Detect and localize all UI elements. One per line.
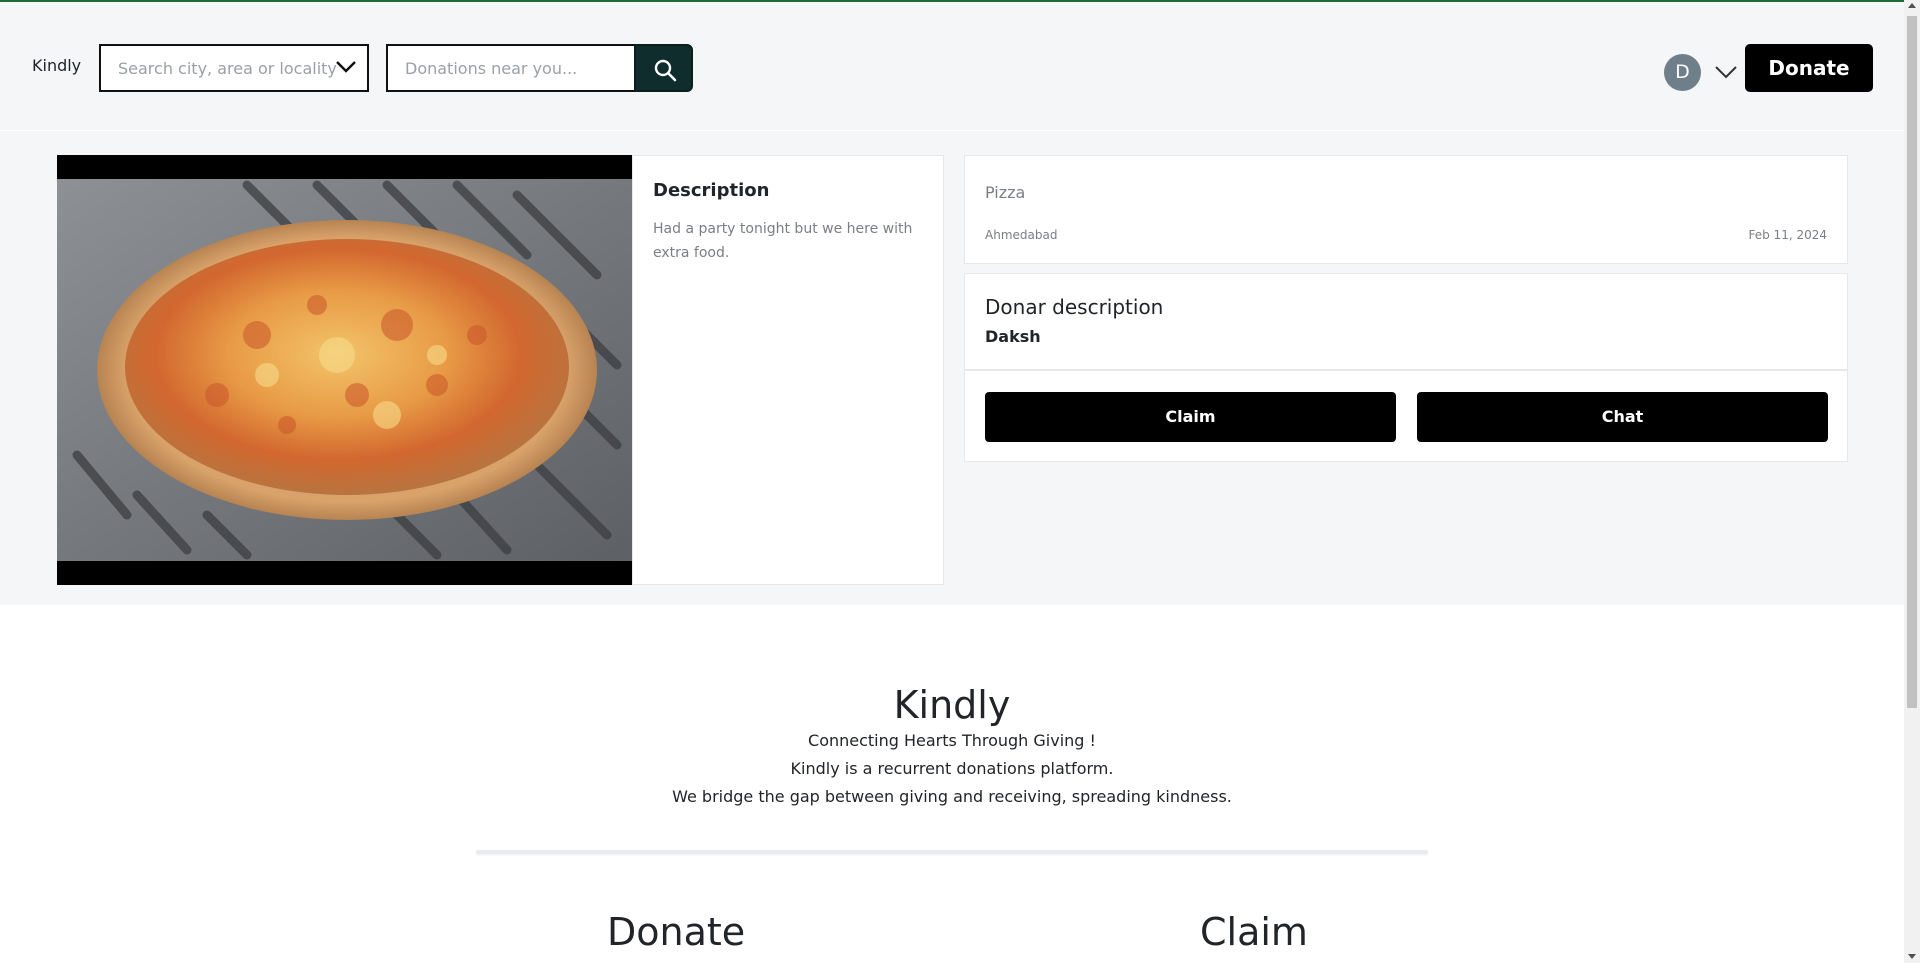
- description-text: Had a party tonight but we here with ext…: [653, 221, 913, 261]
- pizza-photo: [57, 179, 632, 561]
- donor-name: Daksh: [985, 327, 1041, 346]
- header-bar: Kindly Search city, area or locality Don…: [0, 2, 1904, 133]
- location-placeholder: Search city, area or locality: [118, 59, 337, 78]
- food-image: [57, 155, 632, 585]
- avatar[interactable]: D: [1664, 54, 1701, 91]
- description-heading: Description: [653, 180, 770, 201]
- search-button[interactable]: [634, 44, 693, 92]
- donor-card: Donar description Daksh: [964, 273, 1848, 370]
- vertical-scrollbar[interactable]: [1904, 0, 1920, 963]
- item-title: Pizza: [985, 183, 1026, 202]
- location-select[interactable]: Search city, area or locality: [99, 44, 369, 92]
- actions-card: Claim Chat: [964, 370, 1848, 462]
- item-city: Ahmedabad: [985, 228, 1058, 242]
- footer-title: Kindly: [893, 683, 1011, 727]
- footer-divider: [476, 850, 1428, 854]
- footer-line-3: We bridge the gap between giving and rec…: [672, 787, 1232, 806]
- page: Kindly Search city, area or locality Don…: [0, 0, 1904, 963]
- scroll-down-icon[interactable]: [1908, 954, 1916, 959]
- donor-heading: Donar description: [985, 295, 1164, 319]
- item-date: Feb 11, 2024: [1748, 228, 1828, 242]
- brand-logo[interactable]: Kindly: [32, 56, 81, 75]
- scrollbar-thumb[interactable]: [1907, 16, 1917, 708]
- footer-line-2: Kindly is a recurrent donations platform…: [790, 759, 1114, 778]
- scroll-up-icon[interactable]: [1908, 3, 1916, 8]
- chat-button[interactable]: Chat: [1417, 392, 1828, 442]
- description-card: Description Had a party tonight but we h…: [632, 155, 944, 585]
- search-input[interactable]: Donations near you...: [386, 44, 636, 92]
- chevron-down-icon: [336, 61, 356, 73]
- search-icon: [654, 59, 677, 82]
- donate-button[interactable]: Donate: [1745, 44, 1873, 92]
- footer-tagline: Connecting Hearts Through Giving !: [808, 731, 1096, 750]
- search-placeholder: Donations near you...: [405, 59, 578, 78]
- item-info-card: Pizza Ahmedabad Feb 11, 2024: [964, 155, 1848, 264]
- claim-button[interactable]: Claim: [985, 392, 1396, 442]
- user-chevron-icon[interactable]: [1714, 64, 1738, 80]
- section-claim-heading: Claim: [1200, 910, 1308, 954]
- section-donate-heading: Donate: [607, 910, 746, 954]
